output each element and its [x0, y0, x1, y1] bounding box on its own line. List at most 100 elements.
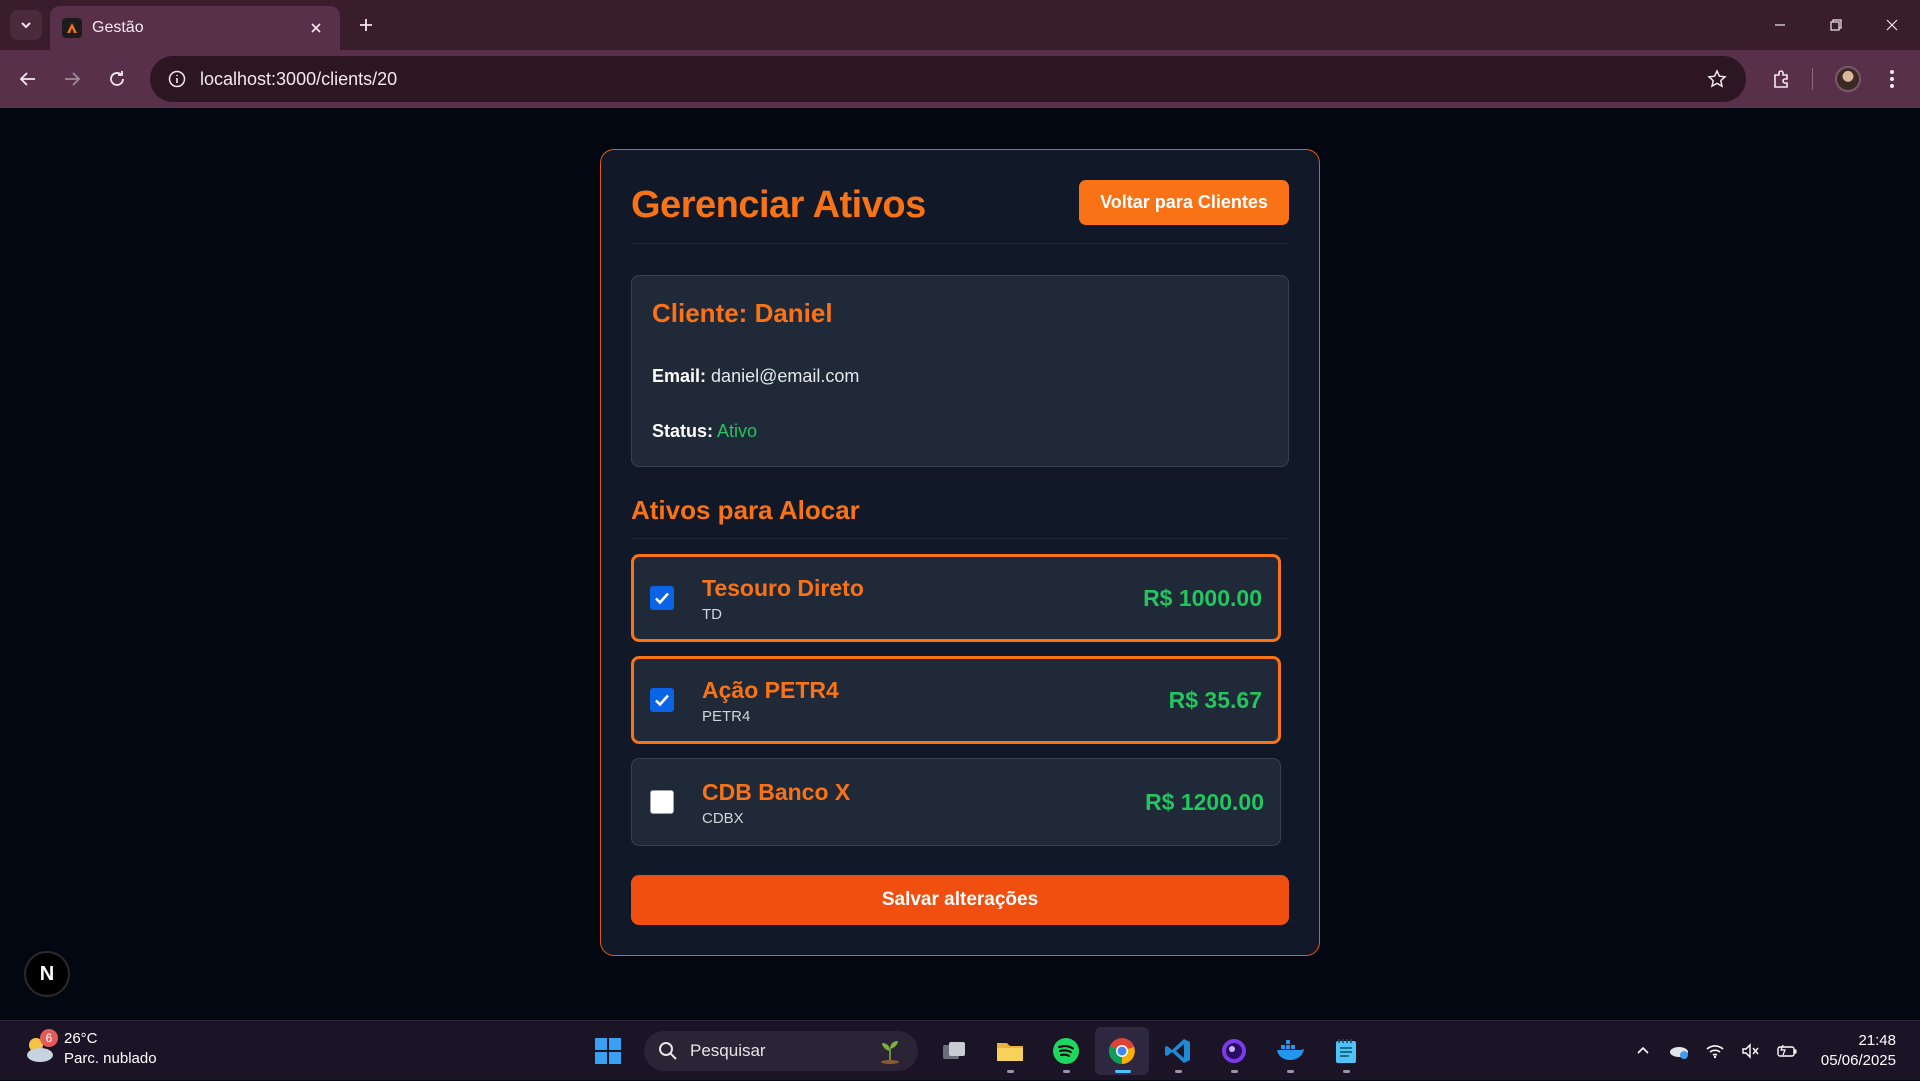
status-label: Status: [652, 421, 714, 441]
wifi-icon[interactable] [1700, 1036, 1730, 1066]
running-indicator [1231, 1070, 1238, 1073]
asset-checkbox[interactable] [650, 790, 674, 814]
volume-muted-icon[interactable] [1736, 1036, 1766, 1066]
chrome-app[interactable] [1095, 1027, 1149, 1075]
plus-icon [360, 19, 372, 31]
avatar [1835, 66, 1861, 92]
client-email-row: Email: daniel@email.com [652, 366, 859, 387]
browser-tab[interactable]: Gestão [50, 6, 340, 50]
battery-icon[interactable] [1772, 1036, 1802, 1066]
browser-menu-button[interactable] [1876, 63, 1908, 95]
save-changes-button[interactable]: Salvar alterações [631, 875, 1289, 925]
back-nav-button[interactable] [12, 63, 44, 95]
minimize-button[interactable] [1752, 0, 1808, 50]
purple-app[interactable] [1207, 1027, 1261, 1075]
close-icon [1886, 19, 1898, 31]
orb-icon [1222, 1039, 1246, 1063]
client-email: daniel@email.com [711, 366, 860, 386]
vscode-icon [1165, 1039, 1190, 1063]
puzzle-icon [1774, 70, 1788, 88]
asset-name: Tesouro Direto [702, 574, 864, 601]
running-indicator [1115, 1070, 1131, 1073]
asset-text: Tesouro Direto TD [702, 574, 1143, 623]
arrow-left-icon [19, 72, 35, 86]
client-heading: Cliente: Daniel [652, 298, 833, 328]
docker-app[interactable] [1263, 1027, 1317, 1075]
weather-notification-badge: 6 [40, 1029, 58, 1047]
status-badge: Ativo [717, 421, 758, 441]
asset-text: Ação PETR4 PETR4 [702, 676, 1169, 725]
onedrive-icon[interactable] [1664, 1036, 1694, 1066]
spotify-icon [1053, 1038, 1079, 1064]
weather-widget[interactable]: 6 26°C Parc. nublado [22, 1029, 157, 1069]
taskbar-apps: Pesquisar [580, 1027, 1374, 1075]
reload-icon [110, 71, 124, 86]
nextjs-dev-indicator[interactable]: N [24, 951, 70, 997]
asset-item-acao-petr4[interactable]: Ação PETR4 PETR4 R$ 35.67 [631, 656, 1281, 744]
system-clock[interactable]: 21:48 05/06/2025 [1821, 1031, 1896, 1071]
spotify-app[interactable] [1039, 1027, 1093, 1075]
restore-button[interactable] [1808, 0, 1864, 50]
notepad-icon [1336, 1039, 1356, 1063]
page-title: Gerenciar Ativos [631, 184, 926, 226]
close-window-button[interactable] [1864, 0, 1920, 50]
toolbar-divider [1812, 68, 1813, 90]
reload-button[interactable] [101, 63, 133, 95]
email-label: Email: [652, 366, 707, 386]
client-status-row: Status: Ativo [652, 421, 757, 442]
asset-name: Ação PETR4 [702, 676, 839, 703]
search-icon [659, 1042, 677, 1060]
file-explorer-app[interactable] [983, 1027, 1037, 1075]
asset-code: PETR4 [702, 707, 751, 725]
weather-temp: 26°C [64, 1030, 98, 1047]
running-indicator [1175, 1070, 1182, 1073]
start-button[interactable] [581, 1027, 635, 1075]
manage-assets-card: Gerenciar Ativos Voltar para Clientes Cl… [600, 149, 1320, 956]
tab-title: Gestão [92, 19, 144, 36]
asset-item-tesouro-direto[interactable]: Tesouro Direto TD R$ 1000.00 [631, 554, 1281, 642]
plant-icon [881, 1041, 899, 1064]
chevron-up-icon [1637, 1046, 1649, 1054]
asset-code: TD [702, 605, 722, 623]
bookmark-star-icon[interactable] [1702, 64, 1732, 94]
show-hidden-icons-button[interactable] [1628, 1036, 1658, 1066]
notepad-app[interactable] [1319, 1027, 1373, 1075]
url-text[interactable]: localhost:3000/clients/20 [200, 69, 1702, 90]
chevron-down-icon [21, 22, 31, 29]
close-tab-icon[interactable] [304, 16, 328, 40]
checkmark-icon [655, 694, 669, 707]
vscode-app[interactable] [1151, 1027, 1205, 1075]
partly-cloudy-icon: 6 [22, 1029, 58, 1067]
asset-checkbox[interactable] [650, 688, 674, 712]
browser-tab-bar: Gestão [0, 0, 1920, 50]
weather-text: 26°C Parc. nublado [64, 1029, 157, 1069]
weather-desc: Parc. nublado [64, 1050, 157, 1067]
favicon-icon [62, 18, 82, 38]
taskbar-search[interactable]: Pesquisar [644, 1031, 918, 1071]
asset-value: R$ 1000.00 [1143, 584, 1262, 611]
restore-icon [1830, 19, 1842, 31]
asset-code: CDBX [702, 809, 744, 827]
running-indicator [1007, 1070, 1014, 1073]
forward-nav-button[interactable] [56, 63, 88, 95]
clock-time: 21:48 [1858, 1032, 1896, 1049]
extensions-button[interactable] [1766, 63, 1798, 95]
profile-button[interactable] [1832, 63, 1864, 95]
running-indicator [1063, 1070, 1070, 1073]
windows-icon [595, 1038, 621, 1064]
site-info-icon[interactable] [164, 66, 190, 92]
address-bar[interactable]: localhost:3000/clients/20 [150, 56, 1746, 102]
task-view-button[interactable] [927, 1027, 981, 1075]
new-tab-button[interactable] [352, 11, 380, 39]
asset-item-cdb-banco-x[interactable]: CDB Banco X CDBX R$ 1200.00 [631, 758, 1281, 846]
checkmark-icon [655, 592, 669, 605]
asset-checkbox[interactable] [650, 586, 674, 610]
system-tray: 21:48 05/06/2025 [1625, 1021, 1920, 1081]
browser-toolbar: localhost:3000/clients/20 [0, 50, 1920, 108]
task-view-icon [943, 1042, 965, 1059]
tab-search-button[interactable] [10, 10, 42, 40]
asset-text: CDB Banco X CDBX [702, 778, 1145, 827]
search-placeholder: Pesquisar [690, 1041, 766, 1060]
back-to-clients-button[interactable]: Voltar para Clientes [1079, 180, 1289, 225]
assets-section-title: Ativos para Alocar [631, 495, 1289, 539]
